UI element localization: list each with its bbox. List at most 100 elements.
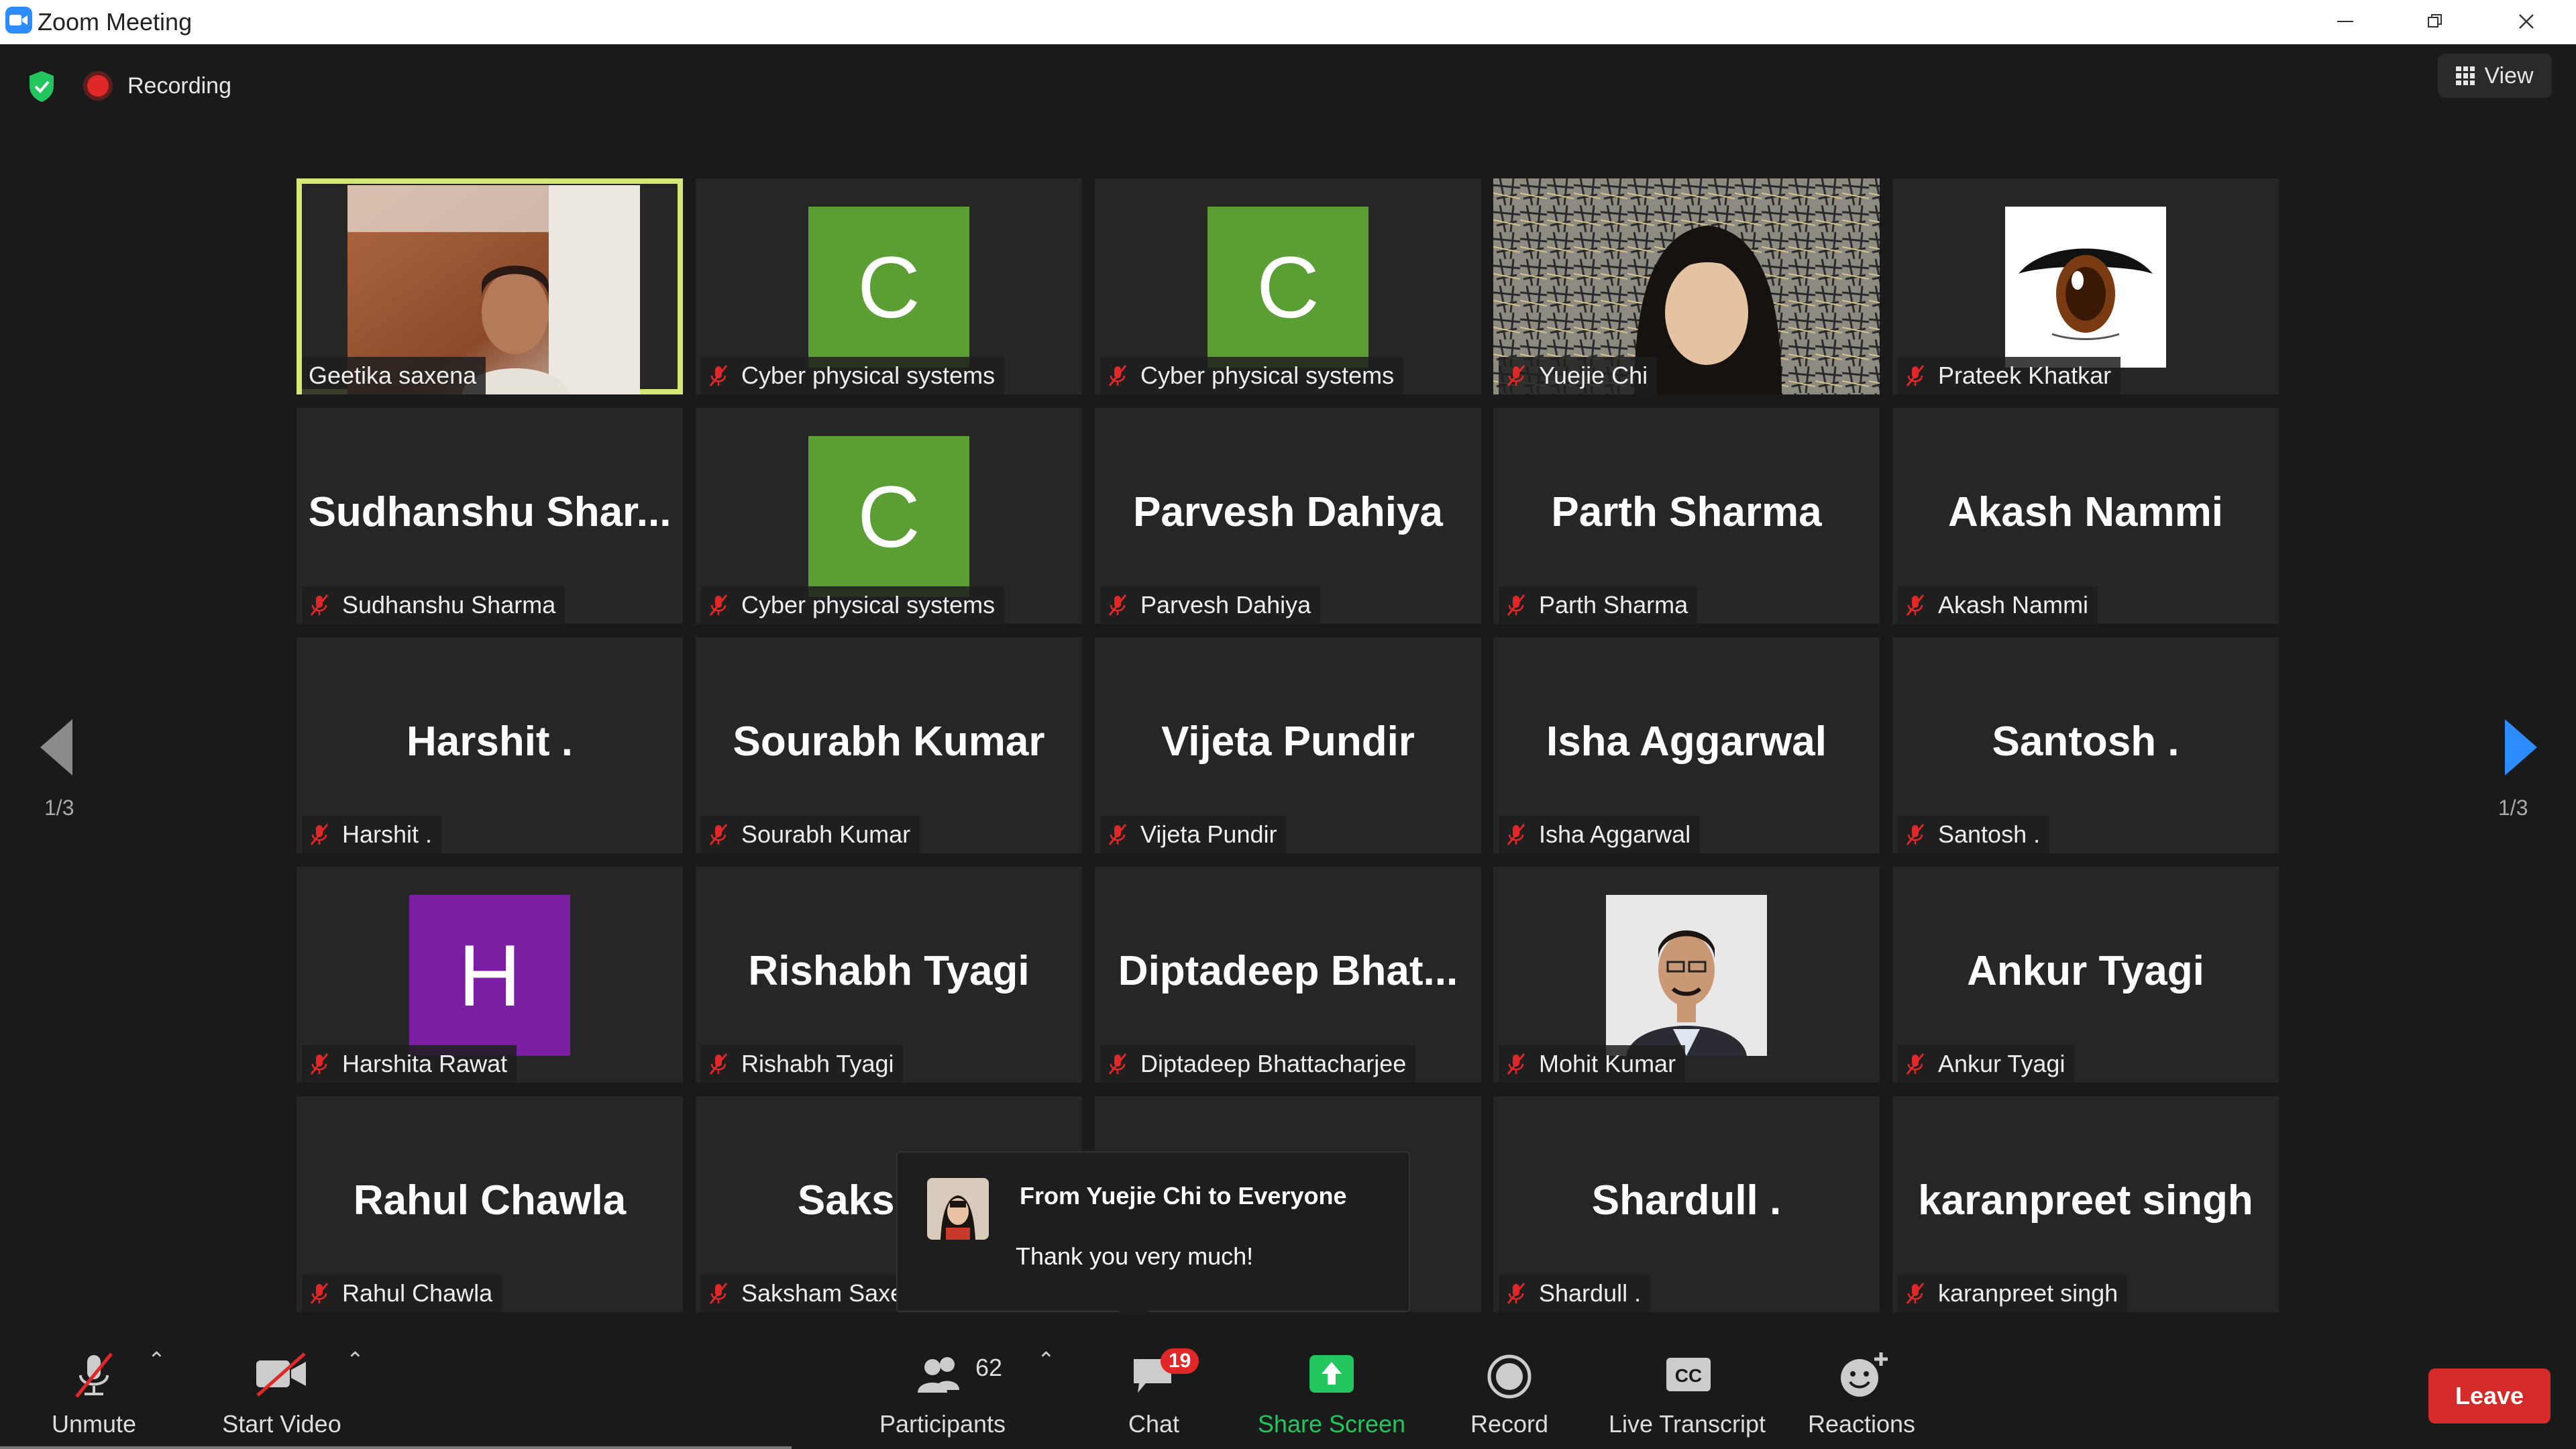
reactions-label: Reactions — [1807, 1410, 1916, 1438]
participant-display-name: Harshit . — [406, 718, 574, 765]
start-video-button[interactable]: Start Video — [201, 1315, 362, 1449]
muted-mic-icon — [1906, 1283, 1925, 1304]
share-screen-icon — [1309, 1355, 1354, 1393]
participant-tile[interactable]: Ankur Tyagi Ankur Tyagi — [1892, 867, 2279, 1083]
participant-name-label: Rahul Chawla — [302, 1275, 502, 1312]
page-indicator-right: 1/3 — [2498, 796, 2528, 820]
participant-tile[interactable]: Sudhanshu Shar... Sudhanshu Sharma — [297, 408, 683, 624]
participant-photo — [1606, 895, 1767, 1056]
participant-tile[interactable]: Prateek Khatkar — [1892, 178, 2279, 394]
previous-page-arrow-icon[interactable] — [38, 718, 75, 777]
recording-indicator[interactable]: Recording — [87, 67, 231, 105]
participant-tile[interactable]: Santosh . Santosh . — [1892, 637, 2279, 853]
participant-tile[interactable]: Vijeta Pundir Vijeta Pundir — [1095, 637, 1481, 853]
muted-mic-icon — [1108, 824, 1127, 845]
recording-dot-icon — [87, 75, 109, 97]
participant-display-name: Parth Sharma — [1551, 489, 1822, 535]
participant-name-label: Harshit . — [302, 816, 442, 853]
participants-count: 62 — [975, 1354, 1003, 1381]
sender-avatar — [927, 1178, 989, 1240]
chat-notification[interactable]: From Yuejie Chi to Everyone Thank you ve… — [896, 1151, 1410, 1327]
participant-name: karanpreet singh — [1938, 1279, 2118, 1307]
participant-name-label: Akash Nammi — [1898, 586, 2098, 624]
chat-button[interactable]: 19 Chat — [1100, 1315, 1208, 1449]
participant-name-label: Sudhanshu Sharma — [302, 586, 566, 624]
page-indicator-left: 1/3 — [44, 796, 74, 820]
video-off-icon — [256, 1352, 306, 1397]
participant-tile[interactable]: C Cyber physical systems — [696, 408, 1082, 624]
reactions-button[interactable]: Reactions — [1798, 1315, 1925, 1449]
record-button[interactable]: Record — [1442, 1315, 1576, 1449]
participant-tile[interactable]: Parth Sharma Parth Sharma — [1493, 408, 1880, 624]
minimize-button[interactable] — [2325, 5, 2365, 38]
unmute-button[interactable]: Unmute — [27, 1315, 161, 1449]
video-options-chevron-icon[interactable]: ⌃ — [346, 1347, 364, 1373]
reactions-smiley-icon — [1841, 1352, 1888, 1397]
participant-tile[interactable]: Yuejie Chi — [1493, 178, 1880, 394]
view-label: View — [2484, 62, 2534, 89]
participant-display-name: Parvesh Dahiya — [1133, 489, 1443, 535]
participant-name-label: Cyber physical systems — [701, 586, 1005, 624]
start-video-label: Start Video — [222, 1410, 341, 1438]
close-button[interactable] — [2506, 5, 2546, 38]
participant-display-name: Diptadeep Bhat... — [1118, 948, 1458, 994]
participant-name-label: Yuejie Chi — [1499, 357, 1658, 394]
next-page-arrow-icon[interactable] — [2502, 718, 2540, 777]
participants-options-chevron-icon[interactable]: ⌃ — [1037, 1347, 1055, 1373]
live-transcript-button[interactable]: CC Live Transcript — [1597, 1315, 1778, 1449]
restore-button[interactable] — [2415, 5, 2455, 38]
participant-name: Mohit Kumar — [1539, 1050, 1676, 1077]
participant-name: Rishabh Tyagi — [741, 1050, 894, 1077]
participant-tile[interactable]: Akash Nammi Akash Nammi — [1892, 408, 2279, 624]
leave-button[interactable]: Leave — [2428, 1368, 2551, 1424]
participant-tile[interactable]: Parvesh Dahiya Parvesh Dahiya — [1095, 408, 1481, 624]
participant-name: Akash Nammi — [1938, 591, 2089, 619]
participant-name: Harshita Rawat — [342, 1050, 508, 1077]
participants-label: Participants — [879, 1410, 1006, 1438]
participant-tile[interactable]: Harshit . Harshit . — [297, 637, 683, 853]
participant-tile[interactable]: Diptadeep Bhat... Diptadeep Bhattacharjee — [1095, 867, 1481, 1083]
muted-mic-icon — [310, 1053, 329, 1075]
participant-name-label: Shardull . — [1499, 1275, 1651, 1312]
muted-mic-icon — [310, 1283, 329, 1304]
participant-name: Saksham Saxe — [741, 1279, 904, 1307]
participant-tile[interactable]: Rahul Chawla Rahul Chawla — [297, 1096, 683, 1312]
muted-mic-icon — [310, 594, 329, 616]
participant-name-label: Cyber physical systems — [1100, 357, 1404, 394]
participant-tile[interactable]: C Cyber physical systems — [1095, 178, 1481, 394]
muted-mic-icon — [1906, 1053, 1925, 1075]
participant-tile[interactable]: C Cyber physical systems — [696, 178, 1082, 394]
participant-tile[interactable]: Shardull . Shardull . — [1493, 1096, 1880, 1312]
participant-name: Diptadeep Bhattacharjee — [1140, 1050, 1407, 1077]
participant-avatar: H — [409, 895, 570, 1056]
participant-avatar: C — [808, 207, 969, 368]
participant-display-name: Akash Nammi — [1947, 489, 2224, 535]
grid-icon — [2456, 66, 2475, 85]
view-button[interactable]: View — [2438, 54, 2552, 98]
participant-name-label: Harshita Rawat — [302, 1045, 517, 1083]
participant-tile[interactable]: Rishabh Tyagi Rishabh Tyagi — [696, 867, 1082, 1083]
participant-name: Isha Aggarwal — [1539, 820, 1691, 848]
participants-button[interactable]: 62 Participants — [865, 1315, 1020, 1449]
participant-tile[interactable]: Sourabh Kumar Sourabh Kumar — [696, 637, 1082, 853]
chat-label: Chat — [1128, 1410, 1180, 1438]
participant-tile[interactable]: karanpreet singh karanpreet singh — [1892, 1096, 2279, 1312]
muted-mic-icon — [709, 365, 728, 386]
window-title: Zoom Meeting — [38, 8, 193, 36]
muted-mic-icon — [1906, 824, 1925, 845]
participant-tile[interactable]: Geetika saxena — [297, 178, 683, 394]
muted-mic-icon — [1108, 594, 1127, 616]
muted-mic-icon — [1108, 365, 1127, 386]
participant-tile[interactable]: Mohit Kumar — [1493, 867, 1880, 1083]
participant-name-label: Isha Aggarwal — [1499, 816, 1701, 853]
participant-name-label: karanpreet singh — [1898, 1275, 2128, 1312]
chat-message: Thank you very much! — [1016, 1242, 1254, 1270]
participant-tile[interactable]: H Harshita Rawat — [297, 867, 683, 1083]
share-screen-button[interactable]: Share Screen — [1248, 1315, 1415, 1449]
participant-display-name: Vijeta Pundir — [1161, 718, 1415, 765]
audio-options-chevron-icon[interactable]: ⌃ — [148, 1347, 166, 1373]
participant-tile[interactable]: Isha Aggarwal Isha Aggarwal — [1493, 637, 1880, 853]
participant-name: Geetika saxena — [309, 362, 477, 389]
encryption-shield-icon[interactable] — [23, 67, 60, 105]
chat-from: From Yuejie Chi to Everyone — [1020, 1182, 1347, 1210]
